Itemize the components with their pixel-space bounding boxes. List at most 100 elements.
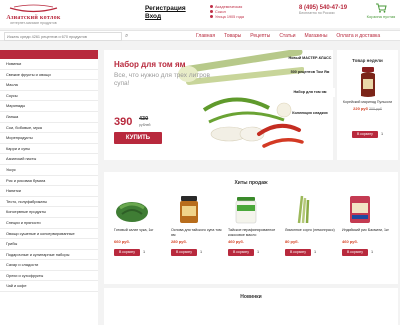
login-link[interactable]: Вход: [145, 13, 186, 21]
qty-input[interactable]: 1: [257, 249, 259, 256]
sidebar-item[interactable]: Уксус: [0, 165, 98, 176]
banner-old-price: 430: [139, 116, 149, 122]
search-input[interactable]: [4, 32, 122, 41]
sidebar-item[interactable]: Масла: [0, 80, 98, 91]
product-name[interactable]: Тайское нерафинированное кокосовое масло: [228, 228, 280, 237]
sidebar-item[interactable]: Овощи сушеные и консервированные: [0, 229, 98, 240]
product-image[interactable]: [359, 66, 377, 98]
sidebar-item[interactable]: Сахар и сладости: [0, 260, 98, 271]
add-to-cart-button[interactable]: В корзину: [285, 249, 311, 256]
metro-item[interactable]: Улица 1905 года: [210, 15, 244, 20]
auth-links: Регистрация Вход: [145, 5, 186, 21]
add-to-cart-button[interactable]: В корзину: [228, 249, 254, 256]
sidebar-item[interactable]: Напитки: [0, 186, 98, 197]
nav-products[interactable]: Товары: [224, 31, 241, 42]
cart-icon: [376, 3, 387, 13]
bestsellers-title: Хиты продаж: [234, 180, 268, 186]
sidebar-item[interactable]: Лапша: [0, 112, 98, 123]
week-add-to-cart-button[interactable]: В корзину: [351, 131, 378, 138]
sidebar-item[interactable]: Карри и супы: [0, 144, 98, 155]
week-product-name[interactable]: Корейский маринад Пулькоги: [337, 100, 398, 105]
sidebar-item[interactable]: Рис и рисовая бумага: [0, 176, 98, 187]
product-price: 460 руб.: [228, 239, 244, 244]
sidebar-item[interactable]: Специи и пряности: [0, 218, 98, 229]
phone-block: 8 (495) 540-47-19 Бесплатно по России: [299, 5, 357, 16]
nav-home[interactable]: Главная: [196, 31, 215, 42]
add-to-cart-button[interactable]: В корзину: [171, 249, 197, 256]
product-image[interactable]: [114, 194, 150, 224]
sidebar-item[interactable]: Новинки: [0, 59, 98, 70]
tile-tomyam[interactable]: Набор для том ям: [285, 88, 335, 97]
sidebar-item[interactable]: Орехи и сухофрукты: [0, 271, 98, 282]
sidebar-item[interactable]: Свежие фрукты и овощи: [0, 70, 98, 81]
banner-subtitle: Все, что нужно для трех литров супа!: [114, 72, 210, 87]
sidebar-item[interactable]: Грибы: [0, 239, 98, 250]
register-link[interactable]: Регистрация: [145, 5, 186, 13]
product-image[interactable]: [171, 194, 207, 224]
qty-input[interactable]: 1: [200, 249, 202, 256]
bestsellers-section: Хиты продаж Готовый салат чука, 1кг 660 …: [104, 172, 398, 284]
nav-stores[interactable]: Магазины: [305, 31, 328, 42]
product-price: 460 руб.: [342, 239, 358, 244]
product-image[interactable]: [342, 194, 378, 224]
product-of-week: Товар недели Корейский маринад Пулькоги …: [337, 50, 398, 160]
week-title: Товар недели: [352, 58, 383, 63]
product-image[interactable]: [285, 194, 321, 224]
logo-subtitle: интернет-магазин продуктов: [10, 21, 57, 25]
metro-icon: [210, 5, 213, 8]
product-image[interactable]: [228, 194, 264, 224]
banner-buy-button[interactable]: КУПИТЬ: [114, 132, 162, 144]
qty-input[interactable]: 1: [371, 249, 373, 256]
product-card[interactable]: Основа для тайского супа том ям 280 руб.…: [171, 194, 223, 279]
qty-input[interactable]: 1: [143, 249, 145, 256]
product-card[interactable]: Готовый салат чука, 1кг 660 руб. В корзи…: [114, 194, 166, 279]
product-card[interactable]: Индийский рис Басмати, 1кг 460 руб. В ко…: [342, 194, 394, 279]
product-price: 80 руб.: [285, 239, 299, 244]
tile-masterclass[interactable]: Новый МАСТЕР-КЛАСС: [285, 56, 335, 61]
logo[interactable]: Азиатский котлок интернет-магазин продук…: [6, 3, 61, 25]
product-name[interactable]: Готовый салат чука, 1кг: [114, 228, 166, 237]
category-sidebar: Новинки Свежие фрукты и овощи Масла Соус…: [0, 50, 98, 325]
week-qty[interactable]: 1: [381, 131, 383, 138]
product-price: 660 руб.: [114, 239, 130, 244]
tile-sweets[interactable]: Коллекция сладких: [285, 111, 335, 116]
phone-note: Бесплатно по России: [299, 11, 335, 15]
sidebar-item[interactable]: Соусы: [0, 91, 98, 102]
metro-list: Академическая Сокол Улица 1905 года: [210, 5, 244, 20]
banner-title: Набор для том ям: [114, 60, 186, 69]
add-to-cart-button[interactable]: В корзину: [342, 249, 368, 256]
product-card[interactable]: Тайское нерафинированное кокосовое масло…: [228, 194, 280, 279]
sidebar-item[interactable]: Маринады: [0, 101, 98, 112]
nav-recipes[interactable]: Рецепты: [250, 31, 270, 42]
search-icon[interactable]: ⌕: [125, 33, 131, 40]
sidebar-item[interactable]: Консервные продукты: [0, 207, 98, 218]
qty-input[interactable]: 1: [314, 249, 316, 256]
banner-price: 390: [114, 116, 133, 128]
banner-price-unit: рублей: [139, 123, 151, 127]
cart-button[interactable]: Корзина пустая: [366, 3, 396, 19]
main-nav: Главная Товары Рецепты Статьи Магазины О…: [196, 31, 380, 42]
week-price: 220 руб: [353, 105, 368, 111]
novelties-section: Новинки: [104, 288, 398, 325]
product-card[interactable]: Лимонное сорго (лемонграсс) 80 руб. В ко…: [285, 194, 337, 279]
sidebar-item[interactable]: Морепродукты: [0, 133, 98, 144]
sidebar-item[interactable]: Чай и кофе: [0, 281, 98, 293]
navbar: ⌕ Главная Товары Рецепты Статьи Магазины…: [0, 30, 400, 41]
product-name[interactable]: Индийский рис Басмати, 1кг: [342, 228, 394, 237]
sidebar-item[interactable]: Подарочные и кулинарные наборы: [0, 250, 98, 261]
nav-delivery[interactable]: Оплата и доставка: [336, 31, 380, 42]
sidebar-item[interactable]: Сои, бобовые, мука: [0, 123, 98, 134]
add-to-cart-button[interactable]: В корзину: [114, 249, 140, 256]
tile-recipes[interactable]: 500 рецептов Том Ям: [285, 70, 335, 75]
product-price: 280 руб.: [171, 239, 187, 244]
nav-articles[interactable]: Статьи: [279, 31, 295, 42]
product-name[interactable]: Основа для тайского супа том ям: [171, 228, 223, 237]
sidebar-item[interactable]: Азиатский пасты: [0, 154, 98, 165]
week-old-price: 300 руб: [369, 106, 382, 111]
product-name[interactable]: Лимонное сорго (лемонграсс): [285, 228, 337, 237]
sidebar-item[interactable]: Тесто, полуфабрикаты: [0, 197, 98, 208]
cart-label: Корзина пустая: [366, 14, 396, 19]
logo-bowl-icon: [9, 4, 58, 13]
header: Азиатский котлок интернет-магазин продук…: [0, 0, 400, 28]
novelties-title: Новинки: [240, 294, 262, 300]
